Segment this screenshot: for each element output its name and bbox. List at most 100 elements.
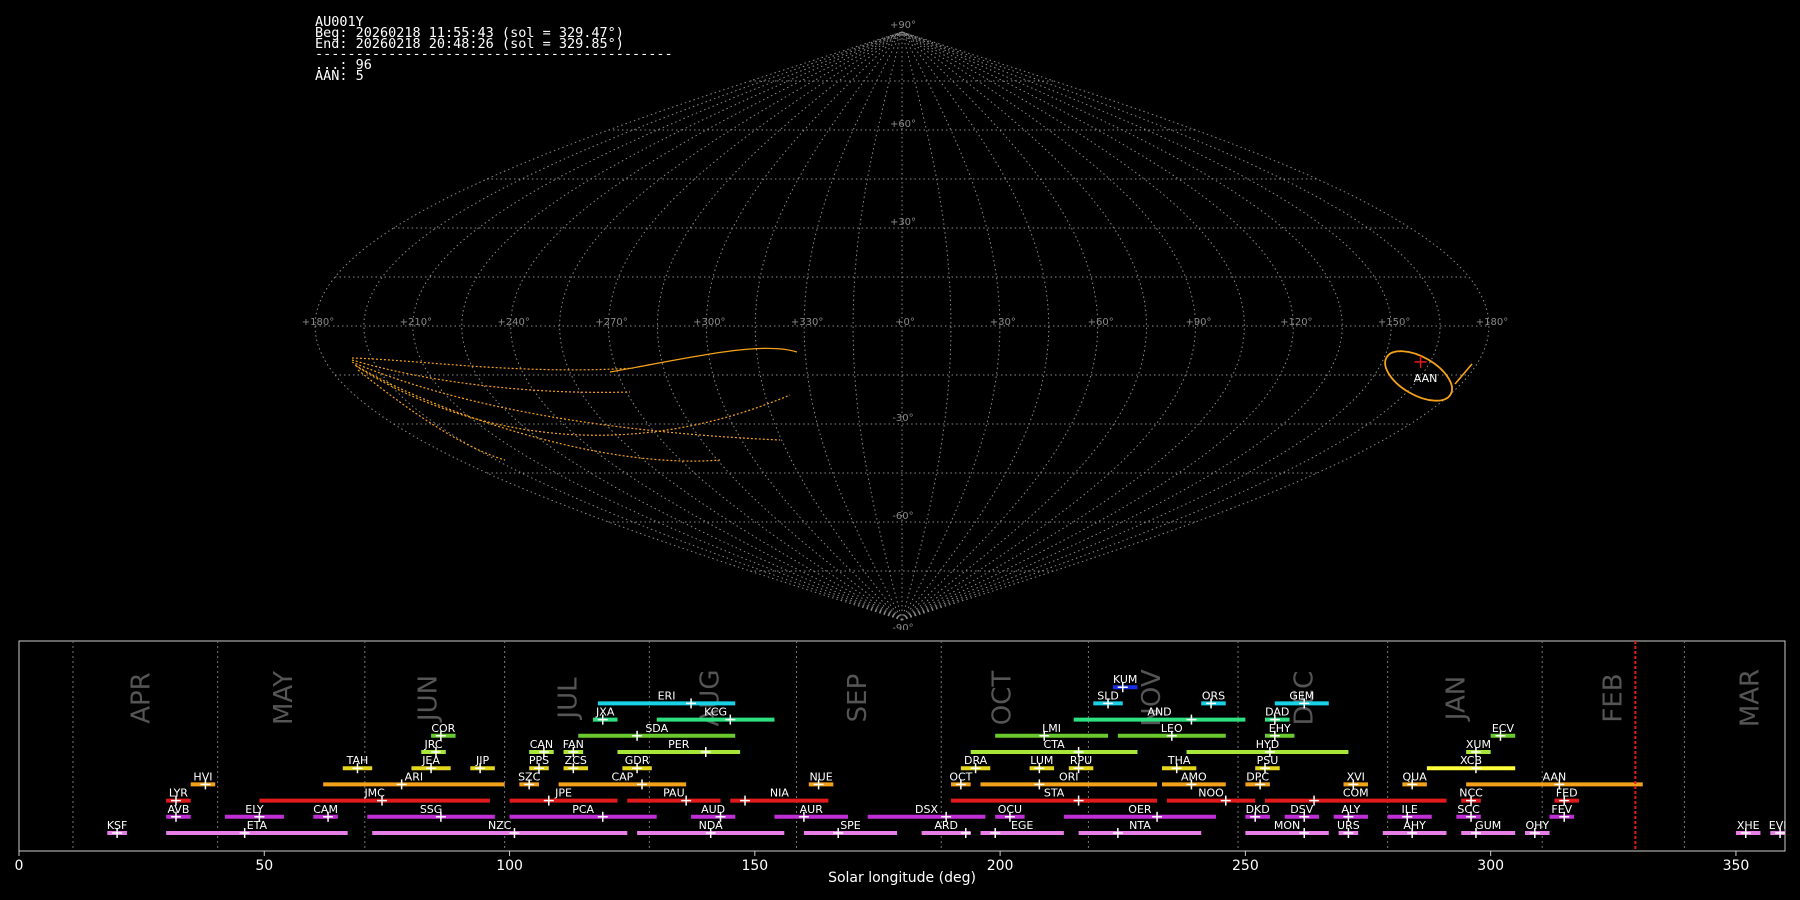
month-label: JAN [1441,676,1471,722]
shower-meteor-trail [357,369,506,461]
shower-label: NTA [1129,819,1151,832]
shower-entry: NDA [637,819,785,838]
x-tick-label: 300 [1477,858,1504,874]
shower-meteor-trail [609,347,798,373]
shower-entry: NOO [1166,787,1256,806]
shower-entry: DSX [867,803,986,822]
shower-entry: STA [951,787,1158,806]
shower-entry: QUA [1402,770,1428,790]
shower-entry: ORI [980,770,1158,790]
shower-entry: ETA [166,819,348,838]
shower-label: NCC [1459,787,1483,800]
shower-bars: KSF ETA NZC NDA SPE ARD EGE NTA MON URS AHY GUM OHY X… [107,641,1787,851]
shower-meteor-trail [351,357,636,371]
shower-label: SSG [420,803,443,816]
latitude-label: -90° [892,623,913,630]
shower-entry: TAH [342,754,373,774]
shower-label: DRA [964,754,988,767]
shower-label: DPC [1246,770,1269,783]
shower-entry: CTA [970,738,1138,757]
shower-label: QUA [1403,770,1428,783]
shower-meteor-trail [351,359,631,393]
shower-entry: GUM [1461,819,1516,838]
shower-label: EVI [1769,819,1787,832]
shower-entry: LEO [1117,722,1226,741]
shower-entry: ARD [921,819,971,838]
sky-map: +180° +150° +120° +90° +60° +30° +0° +330° +300°… [302,20,1508,630]
shower-label: NDA [699,819,724,832]
shower-label: LEO [1161,722,1183,735]
shower-label: EGE [1011,819,1033,832]
shower-label: SZC [518,770,541,783]
longitude-label: +270° [595,317,627,328]
shower-label: ILE [1402,803,1418,816]
shower-meteor-trail [355,365,791,436]
shower-label: FEV [1551,803,1572,816]
shower-label: AVB [167,803,189,816]
month-label: SEP [843,674,873,723]
shower-entry: OCT [949,770,973,790]
shower-meteor-trail [1454,363,1473,385]
shower-label: PPS [529,754,549,767]
shower-label: DSX [915,803,938,816]
shower-entry: EVI [1769,819,1787,838]
shower-label: NUE [809,770,832,783]
shower-label: ORI [1059,770,1079,783]
month-label: JUN [414,675,444,723]
shower-label: NZC [488,819,512,832]
shower-label: JMC [363,787,385,800]
shower-entry: NUE [808,770,834,790]
shower-label: MON [1274,819,1300,832]
shower-label: OCT [949,770,972,783]
shower-label: TAH [346,754,369,767]
shower-entry: ZCS [563,754,589,774]
shower-label: NIA [770,787,789,800]
shower-label: PCA [572,803,594,816]
shower-label: ORS [1202,689,1225,702]
shower-label: EHY [1269,722,1291,735]
shower-label: ETA [247,819,268,832]
shower-entry: SPE [803,819,898,838]
shower-label: XUM [1466,738,1491,751]
shower-label: LUM [1030,754,1053,767]
x-tick-label: 250 [1232,858,1259,874]
latitude-label: -30° [892,413,913,424]
latitude-label: +30° [890,217,916,228]
shower-entry: URS [1337,819,1360,838]
shower-entry: OHY [1525,819,1550,838]
shower-label: XCB [1460,754,1482,767]
shower-label: DSV [1290,803,1313,816]
shower-timeline-chart: APR MAY JUN JUL AUG SEP OCT NOV DEC JAN FEB MAR KSF… [15,640,1787,886]
longitude-label: +300° [693,317,725,328]
x-tick-label: 150 [741,858,768,874]
shower-entry: SLD [1093,689,1123,709]
shower-label: CAP [611,770,633,783]
shower-label: RPU [1070,754,1092,767]
shower-label: HYD [1256,738,1279,751]
shower-entry: KSF [107,819,128,838]
shower-label: PSU [1257,754,1279,767]
shower-label: ALY [1341,803,1360,816]
shower-label: KSF [107,819,128,832]
shower-entry: ORS [1201,689,1226,709]
shower-entry: AVB [166,803,191,822]
longitude-label: +60° [1088,317,1114,328]
month-label: MAR [1736,669,1766,727]
shower-label: PAU [663,787,685,800]
shower-label: JXA [595,706,615,719]
longitude-label: +210° [400,317,432,328]
shower-label: JEA [421,754,440,767]
shower-label: PER [668,738,690,751]
shower-label: OCU [998,803,1022,816]
shower-label: COR [431,722,455,735]
shower-entry: JMC [259,787,490,806]
shower-label: SCC [1457,803,1480,816]
month-label: OCT [988,671,1018,726]
shower-label: GEM [1289,689,1314,702]
shower-label: JIP [475,754,489,767]
shower-label: OER [1128,803,1152,816]
shower-label: COM [1343,787,1369,800]
shower-entry: NZC [372,819,628,838]
month-label: JUL [553,677,583,721]
shower-label: OHY [1525,819,1549,832]
